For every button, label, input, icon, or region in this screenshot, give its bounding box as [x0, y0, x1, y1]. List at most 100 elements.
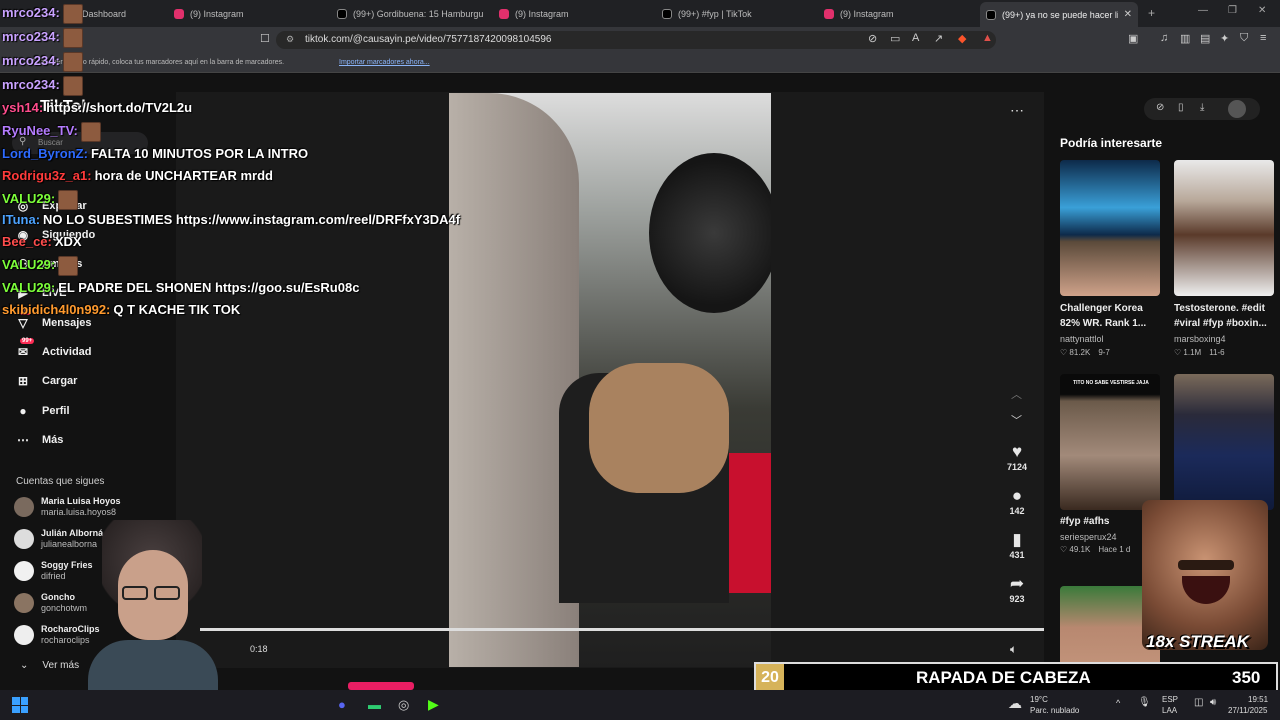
- rec-thumb[interactable]: [1174, 374, 1274, 510]
- tab-instagram-2[interactable]: (9) Instagram: [499, 4, 649, 23]
- minimize-icon[interactable]: —: [1198, 5, 1208, 16]
- nav-perfil[interactable]: ● Perfil: [16, 400, 69, 422]
- comment-icon: ●: [1011, 486, 1023, 505]
- video-progress-bar[interactable]: [200, 628, 1044, 631]
- tab-instagram-1[interactable]: (9) Instagram: [174, 4, 324, 23]
- chat-emote-icon: [62, 52, 83, 72]
- tab-tiktok-fyp[interactable]: (99+) #fyp | TikTok: [662, 4, 812, 23]
- discord-icon[interactable]: ●: [338, 697, 346, 712]
- start-icon[interactable]: [12, 697, 28, 713]
- no-tracking-icon[interactable]: ⊘: [868, 32, 877, 45]
- brave-shield-icon[interactable]: ◆: [958, 32, 966, 45]
- chat-username: mrco234:: [2, 53, 60, 69]
- tab-tiktok-gordibuena[interactable]: (99+) Gordibuena: 15 Hamburguesas: [337, 4, 483, 23]
- sidebar-toggle-icon[interactable]: ▣: [1128, 32, 1138, 45]
- followed-account[interactable]: Maria Luisa Hoyos maria.luisa.hoyos8: [14, 496, 121, 518]
- followed-account[interactable]: RocharoClips rocharoclips: [14, 624, 100, 646]
- rec-thumb[interactable]: [1060, 374, 1160, 510]
- more-icon: ⋯: [17, 433, 29, 447]
- account-handle: difried: [41, 571, 66, 581]
- tab-label: (9) Instagram: [515, 8, 569, 19]
- save-button[interactable]: ▮ 431: [1004, 530, 1030, 560]
- restore-icon[interactable]: ❐: [1228, 5, 1237, 16]
- messages-icon: ▽ 93: [18, 309, 31, 330]
- comment-button[interactable]: ● 142: [1004, 486, 1030, 516]
- views-value: 1.1M: [1183, 348, 1202, 357]
- user-avatar[interactable]: [1228, 100, 1246, 118]
- app-icon[interactable]: ▬: [368, 697, 381, 712]
- vpn-icon[interactable]: ⛉: [1240, 32, 1248, 45]
- rec-thumb[interactable]: [1174, 160, 1274, 296]
- video-player[interactable]: [449, 93, 771, 667]
- shares-count: 923: [1009, 594, 1025, 604]
- nav-actividad[interactable]: ✉ 99+ Actividad: [16, 338, 92, 363]
- tab-tiktok-active[interactable]: (99+) ya no se puede hacer li ✕: [980, 2, 1138, 27]
- close-tab-icon[interactable]: ✕: [1124, 9, 1132, 20]
- share-button[interactable]: ➦ 923: [1004, 574, 1030, 604]
- rec-thumb-caption: TITO NO SABE VESTIRSE JAJA: [1073, 380, 1149, 386]
- video-more-options-icon[interactable]: ⋯: [1010, 102, 1024, 119]
- prev-video-icon[interactable]: ︿: [1011, 386, 1022, 402]
- bookmark-icon[interactable]: ☐: [260, 32, 270, 45]
- network-icon[interactable]: ◫: [1194, 697, 1203, 708]
- speaker-icon[interactable]: 🔊︎: [1210, 697, 1216, 708]
- see-more-button[interactable]: ⌄ Ver más: [20, 660, 79, 671]
- lang-layout[interactable]: LAA: [1162, 706, 1177, 715]
- music-icon[interactable]: ♫: [1160, 32, 1168, 44]
- video-helmet-shape: [649, 153, 771, 313]
- translate-icon[interactable]: A: [912, 32, 919, 44]
- profile-icon: ●: [19, 404, 27, 418]
- pip-icon[interactable]: ▭: [890, 32, 900, 45]
- obs-icon[interactable]: ◎: [398, 697, 409, 713]
- heart-icon: ♥: [1011, 442, 1023, 461]
- tray-chevron-icon[interactable]: ^: [1116, 698, 1120, 708]
- share-icon[interactable]: ↗: [934, 32, 943, 45]
- tab-instagram-3[interactable]: (9) Instagram: [824, 4, 974, 23]
- chat-emote-icon: [62, 28, 83, 48]
- like-button[interactable]: ♥ 7124: [1004, 442, 1030, 472]
- weather-temp: 19°C: [1030, 695, 1048, 704]
- rec-card-date: 9-7: [1098, 348, 1110, 357]
- rewards-icon[interactable]: ▲: [982, 32, 993, 44]
- lang-code[interactable]: ESP: [1162, 695, 1178, 704]
- rec-thumb[interactable]: [1060, 160, 1160, 296]
- account-name: Maria Luisa Hoyos: [41, 496, 121, 506]
- volume-icon[interactable]: 🔈︎: [1010, 642, 1017, 657]
- rec-card-user[interactable]: seriesperux24: [1060, 532, 1117, 542]
- download-icon[interactable]: ⤓: [1200, 102, 1204, 113]
- chat-message: VALU29:: [2, 190, 79, 210]
- views-value: 49.1K: [1069, 545, 1091, 554]
- nav-mas[interactable]: ⋯ Más: [16, 429, 63, 451]
- nav-cargar[interactable]: ⊞ Cargar: [16, 370, 78, 392]
- phone-icon[interactable]: ▯: [1178, 102, 1184, 113]
- followed-account[interactable]: Soggy Fries difried: [14, 560, 93, 582]
- leo-ai-icon[interactable]: ✦: [1220, 32, 1229, 45]
- new-tab-icon[interactable]: +: [1148, 6, 1155, 20]
- site-info-icon[interactable]: ⚙: [286, 34, 294, 45]
- rec-card-title[interactable]: Challenger Korea 82% WR. Rank 1...: [1060, 301, 1164, 331]
- bookmark-icon: ▮: [1012, 530, 1022, 549]
- reader-icon[interactable]: ▥: [1180, 32, 1190, 45]
- upload-icon: ⊞: [17, 374, 29, 388]
- import-bookmarks-link[interactable]: Importar marcadores ahora...: [339, 59, 430, 66]
- following-title: Cuentas que sigues: [16, 476, 105, 487]
- weather-icon[interactable]: ☁: [1008, 695, 1030, 713]
- kick-icon[interactable]: ▶: [428, 696, 439, 713]
- rec-card-user[interactable]: nattynattlol: [1060, 334, 1104, 344]
- window-close-icon[interactable]: ✕: [1258, 5, 1266, 16]
- menu-icon[interactable]: ≡: [1260, 32, 1266, 44]
- chat-username: Bee_ce:: [2, 234, 52, 249]
- streak-mouth: [1182, 576, 1230, 604]
- mic-icon[interactable]: 🎙︎: [1138, 697, 1151, 708]
- rec-card-title[interactable]: Testosterone. #edit #viral #fyp #boxin..…: [1174, 301, 1278, 331]
- next-video-icon[interactable]: ﹀: [1011, 412, 1022, 428]
- saves-count: 431: [1009, 550, 1025, 560]
- rec-card-user[interactable]: marsboxing4: [1174, 334, 1226, 344]
- chat-message: Bee_ce: XDX: [2, 234, 82, 249]
- nav-label: Cargar: [42, 375, 78, 387]
- chat-message: mrco234:: [2, 28, 83, 48]
- wallet-icon[interactable]: ▤: [1200, 32, 1210, 45]
- followed-account[interactable]: Goncho gonchotwm: [14, 592, 87, 614]
- chat-text: EL PADRE DEL SHONEN https://goo.su/EsRu0…: [58, 280, 360, 295]
- coin-icon[interactable]: ⊘: [1156, 102, 1164, 113]
